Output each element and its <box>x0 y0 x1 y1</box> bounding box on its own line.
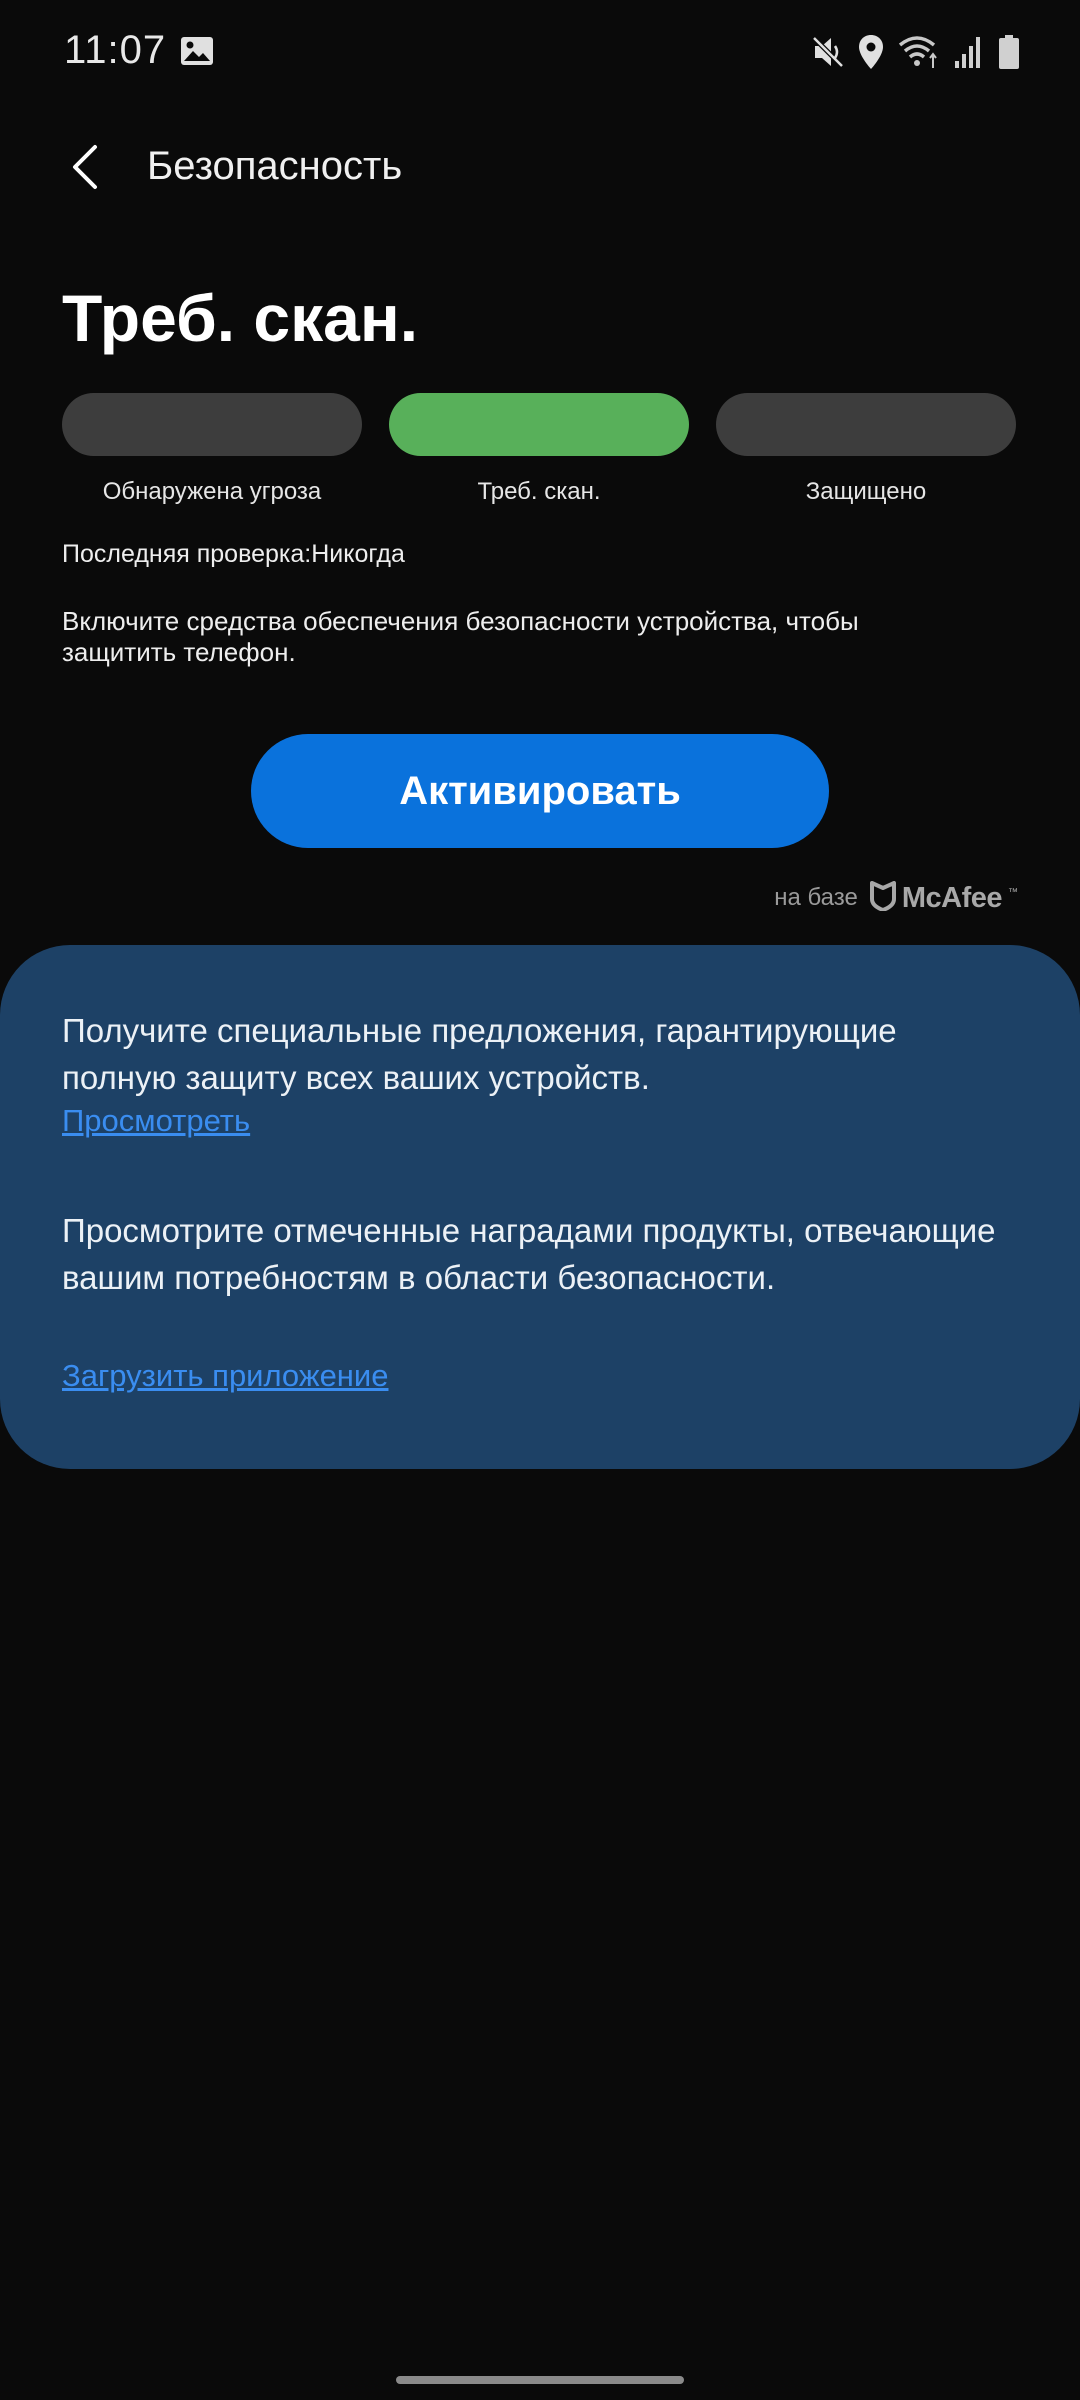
wifi-icon <box>898 34 940 70</box>
segment-scan-required <box>389 393 689 456</box>
status-icons <box>812 30 1020 74</box>
chevron-left-icon <box>70 144 100 195</box>
mute-icon <box>812 34 844 70</box>
gallery-icon <box>180 36 214 66</box>
mcafee-shield-icon <box>869 880 896 916</box>
segment-protected <box>716 393 1016 456</box>
description-text: Включите средства обеспечения безопаснос… <box>62 606 859 667</box>
screen: 11:07 Безопасность Треб. скан. Обнаружен… <box>0 0 1080 2400</box>
segment-threat <box>62 393 362 456</box>
signal-icon <box>954 35 984 69</box>
app-header: Безопасность <box>0 120 1080 220</box>
offer-text-1: Получите специальные предложения, гарант… <box>62 1012 897 1096</box>
segment-label-threat: Обнаружена угроза <box>102 478 322 505</box>
status-time: 11:07 <box>64 28 167 72</box>
last-check-text: Последняя проверка:Никогда <box>62 540 405 568</box>
location-icon <box>858 34 884 70</box>
status-bar: 11:07 <box>0 0 1080 108</box>
offers-card: Получите специальные предложения, гарант… <box>0 945 1080 1469</box>
status-title: Треб. скан. <box>62 281 419 355</box>
navigation-handle[interactable] <box>396 2376 684 2384</box>
status-segments <box>62 393 1018 457</box>
mcafee-trademark: ™ <box>1008 886 1018 898</box>
header-title: Безопасность <box>147 144 403 188</box>
powered-by-label: на базе <box>774 884 858 911</box>
download-app-link[interactable]: Загрузить приложение <box>62 1358 388 1394</box>
battery-icon <box>998 34 1020 70</box>
segment-label-protected: Защищено <box>805 478 927 505</box>
mcafee-logo: McAfee ™ <box>869 880 1018 916</box>
mcafee-brand: McAfee <box>901 881 1003 914</box>
back-button[interactable] <box>52 136 118 202</box>
powered-by: на базе McAfee ™ <box>774 880 1018 916</box>
segment-label-scan-required: Треб. скан. <box>477 478 601 505</box>
offer-text-2: Просмотрите отмеченные наградами продукт… <box>62 1212 996 1296</box>
activate-button[interactable]: Активировать <box>251 734 829 848</box>
view-offers-link[interactable]: Просмотреть <box>62 1103 250 1139</box>
